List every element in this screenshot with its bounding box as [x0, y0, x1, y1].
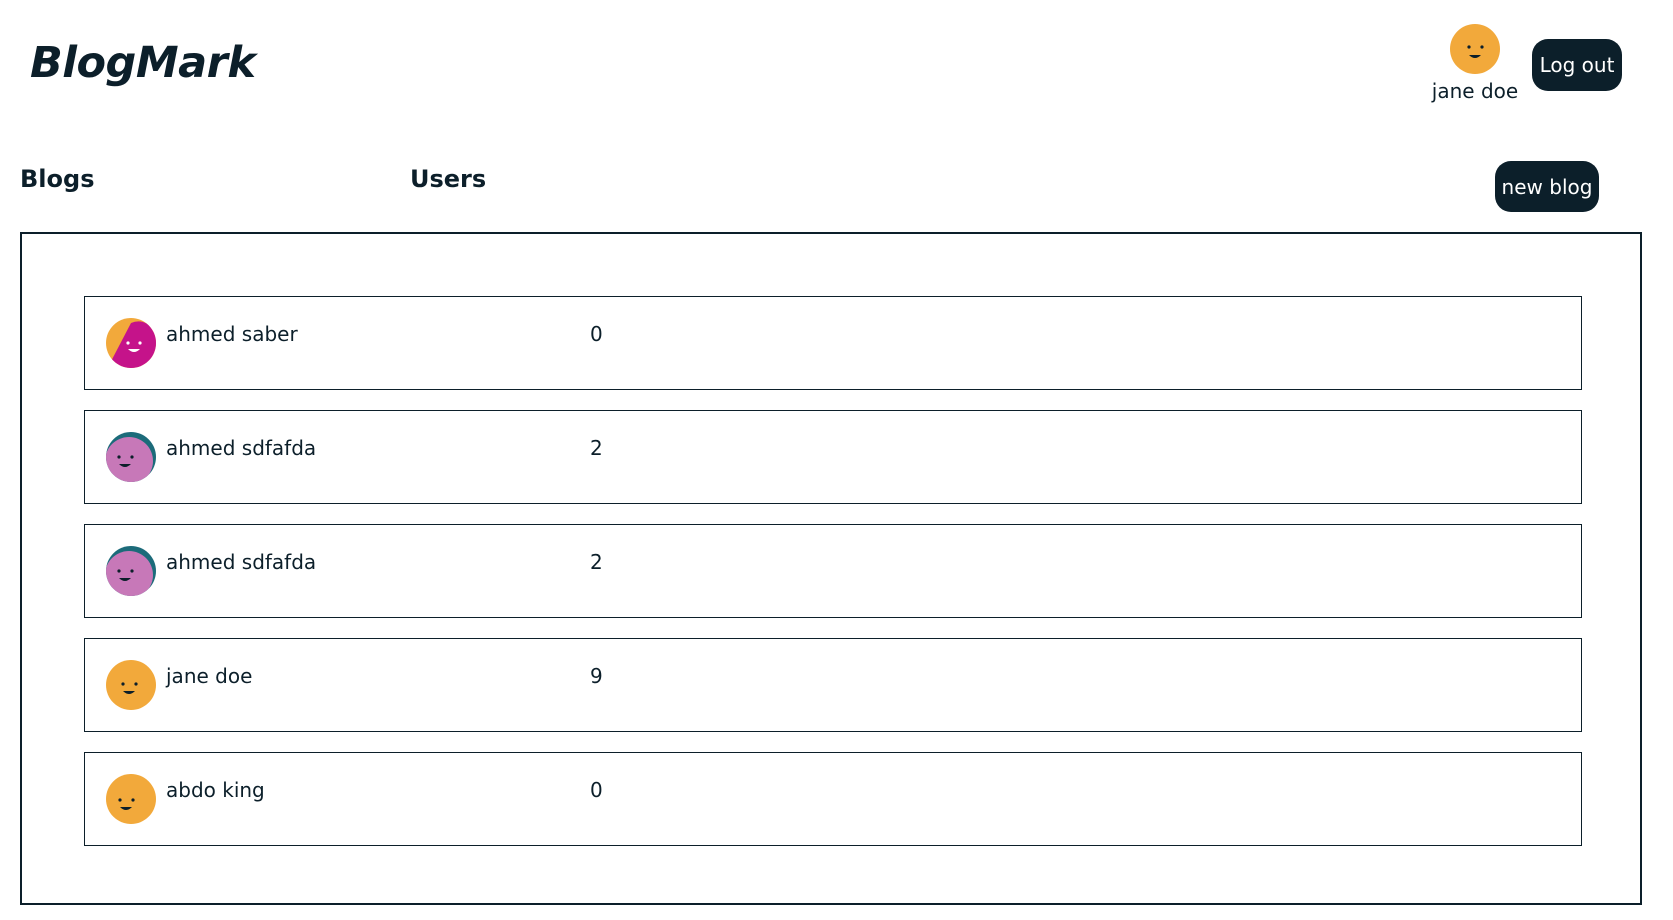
- orange-smiley-icon: [1449, 23, 1501, 75]
- user-row[interactable]: ahmed sdfafda 2: [84, 410, 1582, 504]
- app-logo[interactable]: BlogMark: [30, 38, 256, 88]
- users-panel: ahmed saber 0 ahmed sdfafda 2 ahmed sdfa…: [20, 232, 1642, 905]
- user-list: ahmed saber 0 ahmed sdfafda 2 ahmed sdfa…: [84, 296, 1582, 866]
- pink-teal-smiley-icon: [105, 545, 157, 597]
- user-blog-count: 2: [590, 550, 603, 574]
- user-blog-count: 2: [590, 436, 603, 460]
- orange-smiley-icon: [105, 773, 157, 825]
- logout-button[interactable]: Log out: [1532, 39, 1622, 91]
- user-name: abdo king: [166, 778, 265, 802]
- page: BlogMark jane doe Log out Blogs Users ne…: [0, 0, 1673, 920]
- new-blog-button[interactable]: new blog: [1495, 161, 1599, 212]
- user-blog-count: 0: [590, 778, 603, 802]
- user-name: ahmed saber: [166, 322, 298, 346]
- user-name: jane doe: [166, 664, 253, 688]
- orange-smiley-icon: [105, 659, 157, 711]
- current-user[interactable]: jane doe: [1425, 23, 1525, 103]
- user-row[interactable]: ahmed saber 0: [84, 296, 1582, 390]
- pink-teal-smiley-icon: [105, 431, 157, 483]
- user-row[interactable]: jane doe 9: [84, 638, 1582, 732]
- current-user-name: jane doe: [1431, 79, 1519, 103]
- user-blog-count: 0: [590, 322, 603, 346]
- user-row[interactable]: abdo king 0: [84, 752, 1582, 846]
- user-name: ahmed sdfafda: [166, 550, 317, 574]
- nav-users-link[interactable]: Users: [410, 165, 486, 193]
- nav-blogs-link[interactable]: Blogs: [20, 165, 94, 193]
- user-blog-count: 9: [590, 664, 603, 688]
- user-row[interactable]: ahmed sdfafda 2: [84, 524, 1582, 618]
- user-name: ahmed sdfafda: [166, 436, 317, 460]
- orange-magenta-smiley-icon: [105, 317, 157, 369]
